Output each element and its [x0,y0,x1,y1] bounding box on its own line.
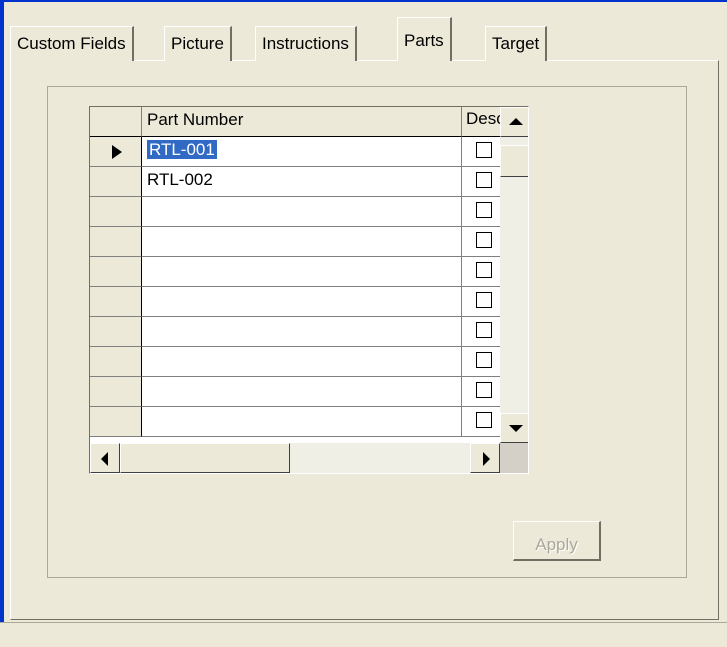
vertical-scrollbar[interactable] [500,107,528,443]
table-row[interactable] [90,287,500,317]
description-cell[interactable] [462,317,500,347]
part-number-cell[interactable] [142,407,462,437]
part-number-text: RTL-002 [147,170,213,189]
row-checkbox[interactable] [476,172,492,188]
part-number-cell[interactable]: RTL-001 [142,137,462,167]
part-number-cell[interactable] [142,317,462,347]
row-selector[interactable] [90,227,142,257]
row-selector[interactable] [90,377,142,407]
column-header-description[interactable]: Description [462,107,500,137]
row-selector[interactable] [90,287,142,317]
row-checkbox[interactable] [476,202,492,218]
tab-parts[interactable]: Parts [397,17,452,61]
row-checkbox[interactable] [476,382,492,398]
description-cell[interactable] [462,137,500,167]
part-number-cell[interactable] [142,227,462,257]
row-selector[interactable] [90,137,142,167]
description-cell[interactable] [462,407,500,437]
tab-instructions[interactable]: Instructions [255,26,357,61]
tab-target[interactable]: Target [485,26,548,61]
column-header-part-number[interactable]: Part Number [142,107,462,137]
description-cell[interactable] [462,227,500,257]
scroll-up-button[interactable] [500,107,528,137]
description-cell[interactable] [462,167,500,197]
window-frame-left [0,0,4,646]
row-selector[interactable] [90,407,142,437]
description-cell[interactable] [462,287,500,317]
vertical-scroll-thumb[interactable] [500,145,528,177]
row-checkbox[interactable] [476,262,492,278]
tab-picture[interactable]: Picture [164,26,232,61]
table-row[interactable] [90,257,500,287]
window-frame-top [0,0,727,2]
parts-grid[interactable]: Part Number Description RTL-001 RTL-002 [89,106,529,474]
part-number-cell[interactable] [142,287,462,317]
scroll-down-button[interactable] [500,413,528,443]
part-number-cell[interactable] [142,347,462,377]
row-selector[interactable] [90,347,142,377]
part-number-cell[interactable]: RTL-002 [142,167,462,197]
horizontal-scrollbar[interactable] [90,443,500,473]
arrow-up-icon [509,118,523,125]
row-selector[interactable] [90,197,142,227]
table-row[interactable]: RTL-001 [90,137,500,167]
tab-custom-fields[interactable]: Custom Fields [10,26,134,61]
row-selector[interactable] [90,167,142,197]
row-selector[interactable] [90,317,142,347]
row-checkbox[interactable] [476,412,492,428]
apply-button[interactable]: Apply [513,521,601,561]
table-row[interactable] [90,197,500,227]
part-number-cell[interactable] [142,257,462,287]
arrow-left-icon [101,452,108,466]
scroll-left-button[interactable] [90,443,120,473]
description-cell[interactable] [462,197,500,227]
row-checkbox[interactable] [476,142,492,158]
arrow-right-icon [483,452,490,466]
grid-header-row: Part Number Description [90,107,500,137]
table-row[interactable] [90,317,500,347]
row-checkbox[interactable] [476,352,492,368]
part-number-cell[interactable] [142,197,462,227]
scrollbar-corner [500,443,528,473]
status-strip [0,622,727,647]
description-cell[interactable] [462,257,500,287]
scroll-right-button[interactable] [470,443,500,473]
description-cell[interactable] [462,377,500,407]
current-row-indicator-icon [112,145,122,159]
row-checkbox[interactable] [476,232,492,248]
header-corner-cell [90,107,142,137]
arrow-down-icon [509,425,523,432]
table-row[interactable] [90,227,500,257]
part-number-cell[interactable] [142,377,462,407]
table-row[interactable]: RTL-002 [90,167,500,197]
table-row[interactable] [90,347,500,377]
row-checkbox[interactable] [476,322,492,338]
part-number-text: RTL-001 [147,140,217,159]
table-row[interactable] [90,377,500,407]
table-row[interactable] [90,407,500,437]
row-selector[interactable] [90,257,142,287]
horizontal-scroll-thumb[interactable] [120,443,290,473]
description-cell[interactable] [462,347,500,377]
row-checkbox[interactable] [476,292,492,308]
